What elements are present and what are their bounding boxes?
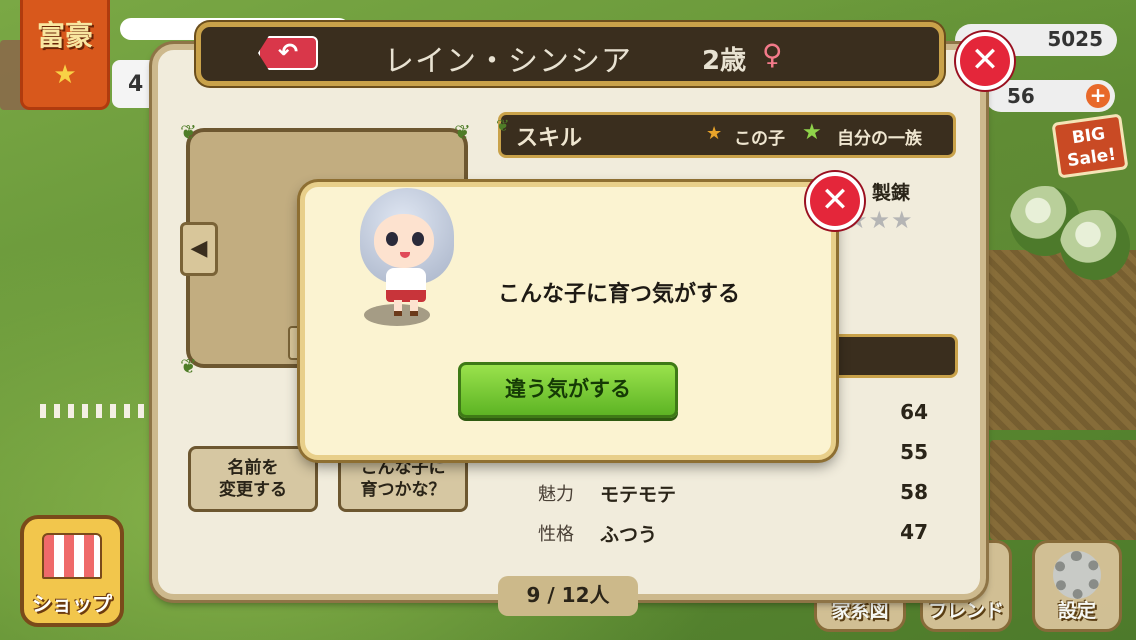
cotton-tree (1060, 210, 1130, 280)
legend-family: 自分の一族 (837, 129, 922, 149)
stat-desc: モテモテ (600, 484, 677, 506)
rename-button[interactable]: 名前を 変更する (188, 446, 318, 512)
stat-value: 47 (900, 520, 928, 544)
leaf-icon: ❦ (496, 116, 510, 135)
avatar-face (374, 214, 434, 268)
family-tree-label: 家系図 (831, 600, 889, 622)
rename-button-label: 名前を 変更する (219, 458, 287, 500)
shop-button[interactable]: ショップ (20, 515, 124, 627)
skill-name: 製錬 (872, 182, 911, 204)
stat-label: 魅力 (538, 484, 574, 505)
friend-label: フレンド (927, 600, 1004, 622)
page-counter: 9 / 12人 (498, 576, 638, 616)
shop-label: ショップ (32, 592, 112, 616)
stat-label: 性格 (538, 524, 574, 545)
legend-this-child: この子 (734, 129, 785, 149)
character-name: レイン・シンシア (384, 44, 632, 79)
gear-icon (1053, 551, 1101, 599)
character-age: 2歳 (702, 46, 747, 76)
stat-value: 58 (900, 480, 928, 504)
shop-icon (42, 533, 102, 579)
close-panel-button[interactable]: ✕ (956, 32, 1014, 90)
avatar-body (386, 268, 426, 302)
stat-value: 64 (900, 400, 928, 424)
preview-growth-label: こんな子に 育つかな？ (360, 458, 446, 500)
big-sale-sign[interactable]: BIG Sale! (1051, 113, 1129, 179)
avatar-eye (386, 232, 398, 246)
reroll-button[interactable]: 違う気がする (458, 362, 678, 418)
rank-banner-label: 富豪 (36, 19, 93, 52)
leaf-icon: ❦ (454, 120, 471, 144)
green-star-icon: ★ (802, 120, 822, 145)
skill-title: スキル (516, 126, 583, 151)
avatar-eye (412, 232, 424, 246)
female-icon: ♀ (762, 38, 783, 71)
rank-banner[interactable]: 富豪 ★ (20, 0, 110, 110)
settings-label: 設定 (1057, 600, 1096, 622)
stat-desc: ふつう (600, 524, 658, 546)
previous-child-arrow[interactable]: ◀ (180, 222, 218, 276)
star-icon: ★ (706, 123, 723, 144)
fence (40, 404, 150, 418)
stat-row: 性格 ふつう 47 (538, 520, 938, 550)
leaf-icon: ❦ (180, 354, 197, 378)
crop-field (990, 440, 1136, 540)
close-dialog-button[interactable]: ✕ (806, 172, 864, 230)
avatar-leg (394, 300, 402, 316)
dialog-message: こんな子に育つ気がする (498, 282, 741, 307)
stat-value: 55 (900, 440, 928, 464)
stats-header-bar (820, 334, 958, 378)
add-currency-button[interactable]: + (1086, 84, 1110, 108)
settings-button[interactable]: 設定 (1032, 540, 1122, 632)
crop-field (960, 250, 1136, 430)
avatar-leg (410, 300, 418, 316)
rank-star-icon: ★ (53, 60, 77, 90)
stat-row: 魅力 モテモテ 58 (538, 480, 938, 510)
back-button[interactable]: ↶ (258, 36, 318, 70)
leaf-icon: ❦ (180, 120, 197, 144)
child-avatar (350, 186, 468, 336)
